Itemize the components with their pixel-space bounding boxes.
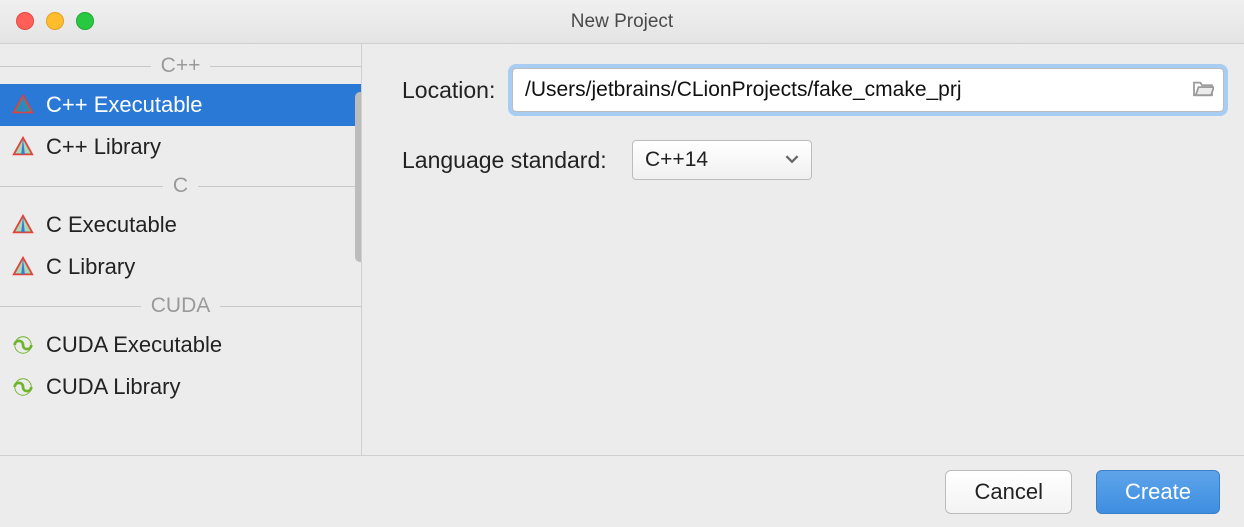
sidebar-section-cuda: CUDA	[0, 288, 361, 324]
sidebar-item-label: C Executable	[46, 212, 177, 238]
sidebar-item-c-executable[interactable]: C Executable	[0, 204, 361, 246]
cuda-icon	[12, 376, 34, 398]
location-row: Location:	[402, 68, 1224, 112]
language-standard-select[interactable]: C++14	[632, 140, 812, 180]
window: New Project C++ C++ Executable	[0, 0, 1244, 527]
location-input[interactable]	[513, 78, 1183, 102]
sidebar-item-label: CUDA Executable	[46, 332, 222, 358]
sidebar-item-label: C++ Executable	[46, 92, 203, 118]
dialog-footer: Cancel Create	[0, 455, 1244, 527]
cancel-button[interactable]: Cancel	[945, 470, 1071, 514]
language-standard-label: Language standard:	[402, 147, 632, 174]
clion-icon	[12, 256, 34, 278]
folder-open-icon	[1192, 79, 1214, 102]
location-field-container	[512, 68, 1224, 112]
clion-icon	[12, 94, 34, 116]
minimize-window-button[interactable]	[46, 12, 64, 30]
window-title: New Project	[571, 11, 673, 33]
browse-button[interactable]	[1183, 69, 1223, 111]
sidebar-section-c: C	[0, 168, 361, 204]
location-label: Location:	[402, 77, 512, 104]
sidebar-section-cpp: C++	[0, 48, 361, 84]
zoom-window-button[interactable]	[76, 12, 94, 30]
close-window-button[interactable]	[16, 12, 34, 30]
sidebar-item-cuda-library[interactable]: CUDA Library	[0, 366, 361, 408]
chevron-down-icon	[785, 148, 799, 172]
sidebar-item-label: C++ Library	[46, 134, 161, 160]
sidebar-item-cuda-executable[interactable]: CUDA Executable	[0, 324, 361, 366]
sidebar-scrollbar[interactable]	[355, 92, 362, 262]
project-type-sidebar: C++ C++ Executable C++ Library	[0, 44, 362, 455]
language-standard-row: Language standard: C++14	[402, 140, 1224, 180]
main-pane: Location: Language standard: C++14	[362, 44, 1244, 455]
clion-icon	[12, 136, 34, 158]
sidebar-item-cpp-library[interactable]: C++ Library	[0, 126, 361, 168]
cuda-icon	[12, 334, 34, 356]
language-standard-value: C++14	[645, 148, 708, 172]
sidebar-item-cpp-executable[interactable]: C++ Executable	[0, 84, 361, 126]
titlebar: New Project	[0, 0, 1244, 44]
sidebar-item-c-library[interactable]: C Library	[0, 246, 361, 288]
clion-icon	[12, 214, 34, 236]
sidebar-item-label: C Library	[46, 254, 135, 280]
create-button[interactable]: Create	[1096, 470, 1220, 514]
dialog-body: C++ C++ Executable C++ Library	[0, 44, 1244, 455]
window-controls	[16, 12, 94, 30]
sidebar-item-label: CUDA Library	[46, 374, 180, 400]
